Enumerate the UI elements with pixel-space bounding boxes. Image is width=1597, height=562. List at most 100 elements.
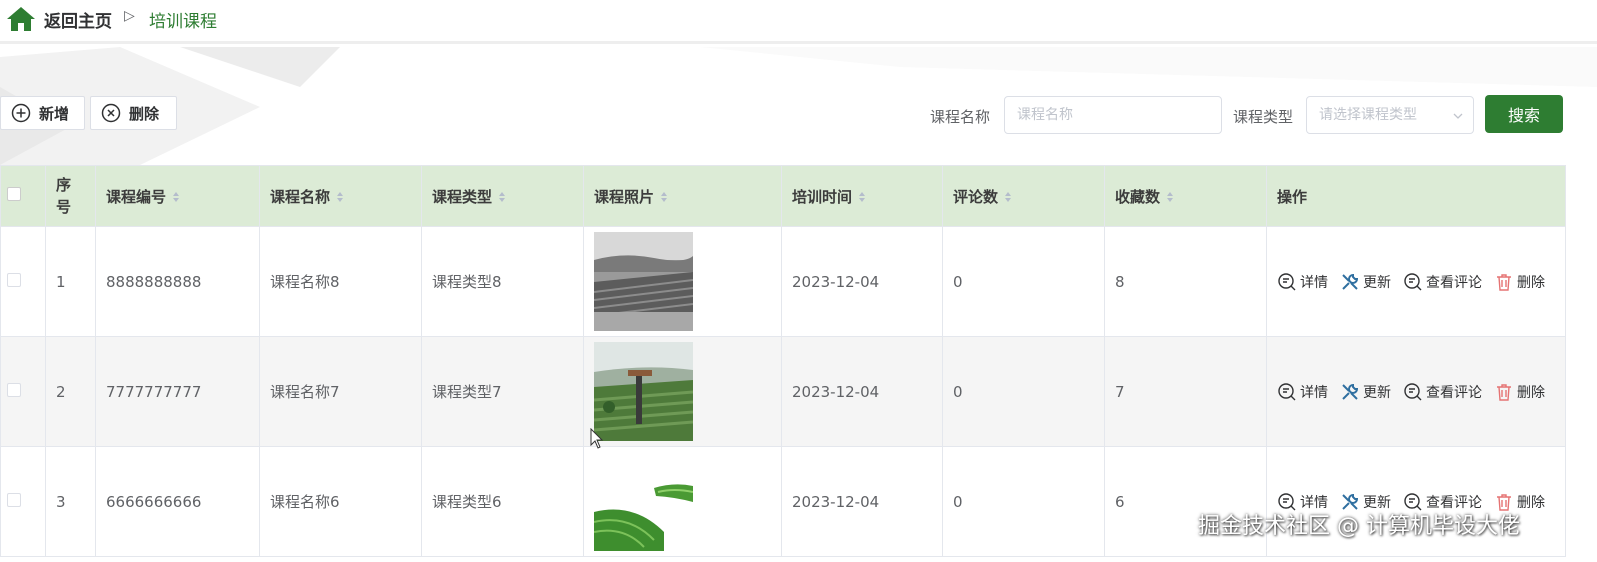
col-date[interactable]: 培训时间 bbox=[781, 165, 943, 227]
col-actions: 操作 bbox=[1266, 165, 1566, 227]
cell-comments: 0 bbox=[942, 446, 1105, 557]
table-row: 1 8888888888 课程名称8 课程类型8 2023-12-04 0 8 bbox=[0, 226, 1566, 337]
course-photo[interactable] bbox=[594, 232, 693, 331]
cell-type: 课程类型6 bbox=[421, 446, 584, 557]
add-button[interactable]: 新增 bbox=[0, 96, 85, 130]
cell-comments: 0 bbox=[942, 336, 1105, 447]
update-label: 更新 bbox=[1363, 274, 1391, 291]
row-actions: 详情 更新 查看评论 删除 bbox=[1277, 272, 1547, 292]
view-comments-label: 查看评论 bbox=[1426, 384, 1482, 401]
course-name-input[interactable] bbox=[1004, 96, 1222, 134]
row-checkbox[interactable] bbox=[7, 272, 21, 287]
cell-type: 课程类型7 bbox=[421, 336, 584, 447]
detail-button[interactable]: 详情 bbox=[1277, 272, 1328, 292]
col-date-label: 培训时间 bbox=[792, 187, 853, 206]
col-favorites[interactable]: 收藏数 bbox=[1104, 165, 1267, 227]
wrench-icon bbox=[1342, 383, 1359, 400]
cell-favorites: 6 bbox=[1104, 446, 1267, 557]
home-link[interactable]: 返回主页 bbox=[44, 7, 112, 32]
comment-icon bbox=[1404, 382, 1422, 400]
search-button[interactable]: 搜索 bbox=[1485, 95, 1563, 133]
col-photo-label: 课程照片 bbox=[594, 187, 655, 206]
col-name[interactable]: 课程名称 bbox=[259, 165, 422, 227]
col-favorites-label: 收藏数 bbox=[1115, 187, 1161, 206]
row-actions: 详情 更新 查看评论 删除 bbox=[1277, 382, 1547, 402]
col-code[interactable]: 课程编号 bbox=[95, 165, 260, 227]
plus-circle-icon bbox=[11, 103, 31, 123]
detail-icon bbox=[1278, 382, 1296, 400]
course-photo[interactable] bbox=[594, 342, 693, 441]
detail-button[interactable]: 详情 bbox=[1277, 382, 1328, 402]
home-icon[interactable] bbox=[6, 6, 36, 32]
row-checkbox[interactable] bbox=[7, 492, 21, 507]
row-delete-label: 删除 bbox=[1517, 274, 1545, 291]
update-button[interactable]: 更新 bbox=[1340, 382, 1391, 402]
cell-index: 1 bbox=[45, 226, 96, 337]
delete-button-label: 删除 bbox=[129, 104, 160, 123]
breadcrumb: 返回主页 ▷ 培训课程 bbox=[0, 0, 1597, 44]
col-photo[interactable]: 课程照片 bbox=[583, 165, 782, 227]
watermark: 掘金技术社区 @ 计算机毕设大佬 bbox=[1198, 514, 1520, 539]
row-delete-button[interactable]: 删除 bbox=[1494, 382, 1545, 402]
row-checkbox[interactable] bbox=[7, 382, 21, 397]
close-circle-icon bbox=[101, 103, 121, 123]
course-table: 序号 课程编号 课程名称 课程类型 课程照片 培训时间 评论数 收藏数 操作 1… bbox=[0, 165, 1566, 557]
col-comments[interactable]: 评论数 bbox=[942, 165, 1105, 227]
col-name-label: 课程名称 bbox=[270, 187, 331, 206]
col-type[interactable]: 课程类型 bbox=[421, 165, 584, 227]
row-delete-button[interactable]: 删除 bbox=[1494, 272, 1545, 292]
cell-index: 2 bbox=[45, 336, 96, 447]
course-photo[interactable] bbox=[594, 452, 693, 551]
sort-icon[interactable] bbox=[336, 191, 344, 203]
detail-label: 详情 bbox=[1300, 384, 1328, 401]
cell-comments: 0 bbox=[942, 226, 1105, 337]
view-comments-button[interactable]: 查看评论 bbox=[1403, 272, 1482, 292]
sort-icon[interactable] bbox=[1166, 191, 1174, 203]
cell-favorites: 7 bbox=[1104, 336, 1267, 447]
col-comments-label: 评论数 bbox=[953, 187, 999, 206]
cell-name: 课程名称6 bbox=[259, 446, 422, 557]
breadcrumb-separator: ▷ bbox=[124, 8, 135, 24]
chevron-down-icon bbox=[1453, 113, 1463, 119]
cell-code: 8888888888 bbox=[95, 226, 260, 337]
table-header-row: 序号 课程编号 课程名称 课程类型 课程照片 培训时间 评论数 收藏数 操作 bbox=[0, 165, 1566, 227]
table-row: 3 6666666666 课程名称6 课程类型6 2023-12-04 0 6 bbox=[0, 446, 1566, 557]
col-code-label: 课程编号 bbox=[106, 187, 167, 206]
trash-icon bbox=[1497, 273, 1511, 291]
cell-type: 课程类型8 bbox=[421, 226, 584, 337]
delete-button[interactable]: 删除 bbox=[90, 96, 177, 130]
sort-icon[interactable] bbox=[858, 191, 866, 203]
mouse-cursor-icon bbox=[590, 428, 604, 449]
row-delete-label: 删除 bbox=[1517, 494, 1545, 511]
cell-index: 3 bbox=[45, 446, 96, 557]
course-type-select[interactable]: 请选择课程类型 bbox=[1306, 96, 1474, 134]
col-type-label: 课程类型 bbox=[432, 187, 493, 206]
update-label: 更新 bbox=[1363, 384, 1391, 401]
row-delete-label: 删除 bbox=[1517, 384, 1545, 401]
cell-code: 6666666666 bbox=[95, 446, 260, 557]
course-name-label: 课程名称 bbox=[930, 108, 991, 126]
cell-name: 课程名称8 bbox=[259, 226, 422, 337]
view-comments-label: 查看评论 bbox=[1426, 274, 1482, 291]
cell-date: 2023-12-04 bbox=[781, 446, 943, 557]
cell-code: 7777777777 bbox=[95, 336, 260, 447]
cell-date: 2023-12-04 bbox=[781, 336, 943, 447]
update-button[interactable]: 更新 bbox=[1340, 272, 1391, 292]
select-all-checkbox[interactable] bbox=[7, 187, 21, 201]
cell-name: 课程名称7 bbox=[259, 336, 422, 447]
trash-icon bbox=[1497, 383, 1511, 401]
sort-icon[interactable] bbox=[498, 191, 506, 203]
sort-icon[interactable] bbox=[660, 191, 668, 203]
wrench-icon bbox=[1342, 273, 1359, 290]
cell-date: 2023-12-04 bbox=[781, 226, 943, 337]
col-index: 序号 bbox=[45, 165, 96, 227]
comment-icon bbox=[1404, 272, 1422, 290]
detail-icon bbox=[1278, 272, 1296, 290]
course-type-placeholder: 请选择课程类型 bbox=[1319, 107, 1417, 123]
breadcrumb-current: 培训课程 bbox=[149, 12, 217, 32]
sort-icon[interactable] bbox=[172, 191, 180, 203]
add-button-label: 新增 bbox=[39, 104, 70, 123]
view-comments-button[interactable]: 查看评论 bbox=[1403, 382, 1482, 402]
sort-icon[interactable] bbox=[1004, 191, 1012, 203]
table-row: 2 7777777777 课程名称7 课程类型7 2023-12-04 0 7 bbox=[0, 336, 1566, 447]
